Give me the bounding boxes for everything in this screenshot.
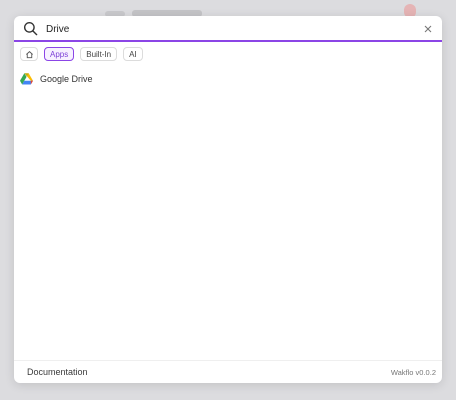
search-input[interactable]: [46, 19, 406, 39]
filter-chips: Apps Built-In AI: [20, 47, 143, 61]
result-item-google-drive[interactable]: Google Drive: [14, 71, 442, 87]
search-bar: [14, 16, 442, 42]
command-palette: Apps Built-In AI Google Drive Documentat…: [14, 16, 442, 383]
filter-home[interactable]: [20, 47, 38, 61]
result-label: Google Drive: [40, 74, 93, 84]
results-list: Google Drive: [14, 71, 442, 87]
close-icon[interactable]: [423, 24, 433, 34]
home-icon: [25, 50, 33, 58]
filter-apps[interactable]: Apps: [44, 47, 75, 61]
footer: Documentation Wakflo v0.0.2: [14, 360, 442, 383]
version-label: Wakflo v0.0.2: [390, 368, 436, 377]
documentation-link[interactable]: Documentation: [27, 367, 88, 377]
search-icon: [23, 21, 38, 36]
filter-ai[interactable]: AI: [123, 47, 143, 61]
google-drive-icon: [20, 73, 33, 85]
filter-built-in[interactable]: Built-In: [80, 47, 118, 61]
